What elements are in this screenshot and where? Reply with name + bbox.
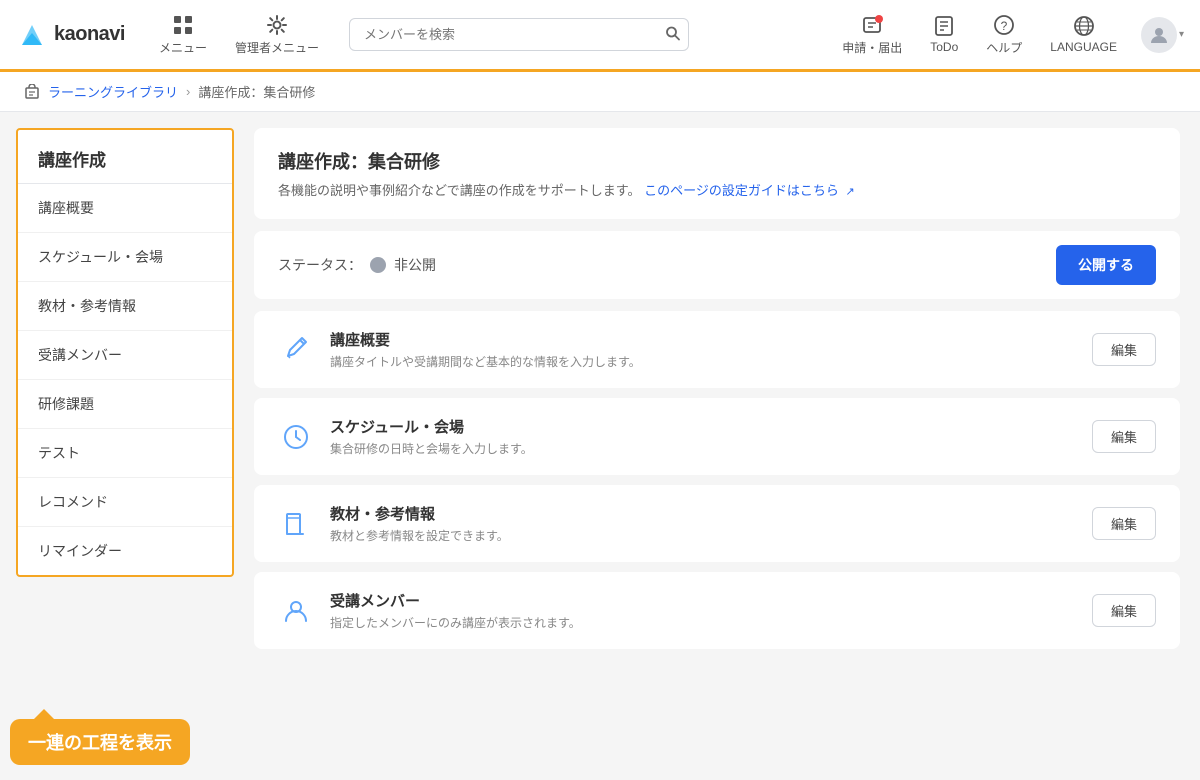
external-link-icon: ↗ <box>845 186 854 198</box>
section-info-members: 受講メンバー 指定したメンバーにのみ講座が表示されます。 <box>330 590 1076 631</box>
search-button[interactable] <box>665 25 681 44</box>
section-card-schedule: スケジュール・会場 集合研修の日時と会場を入力します。 編集 <box>254 398 1180 475</box>
sidebar-title: 講座作成 <box>18 130 232 184</box>
section-info-overview: 講座概要 講座タイトルや受講期間など基本的な情報を入力します。 <box>330 329 1076 370</box>
library-icon <box>24 84 40 100</box>
edit-button-materials[interactable]: 編集 <box>1092 507 1156 540</box>
edit-button-schedule[interactable]: 編集 <box>1092 420 1156 453</box>
help-label: ヘルプ <box>986 39 1022 56</box>
user-avatar[interactable] <box>1141 17 1177 53</box>
status-indicator-icon <box>370 257 386 273</box>
sidebar-item-test[interactable]: テスト <box>18 429 232 478</box>
search-input[interactable] <box>349 18 689 51</box>
section-desc-overview: 講座タイトルや受講期間など基本的な情報を入力します。 <box>330 353 1076 370</box>
logo-text: kaonavi <box>54 23 125 46</box>
user-avatar-container[interactable]: ▾ <box>1133 17 1184 53</box>
section-name-schedule: スケジュール・会場 <box>330 416 1076 437</box>
search-container <box>349 18 689 51</box>
main-layout: 講座作成 講座概要 スケジュール・会場 教材・参考情報 受講メンバー 研修課題 … <box>0 112 1200 779</box>
section-info-schedule: スケジュール・会場 集合研修の日時と会場を入力します。 <box>330 416 1076 457</box>
globe-icon <box>1073 15 1095 37</box>
gear-icon <box>266 14 288 36</box>
app-header: kaonavi メニュー 管理者メニュー <box>0 0 1200 72</box>
pencil-icon <box>278 332 314 368</box>
grid-icon <box>172 14 194 36</box>
breadcrumb: ラーニングライブラリ › 講座作成：集合研修 <box>0 72 1200 112</box>
todo-icon <box>933 15 955 37</box>
book-icon <box>278 506 314 542</box>
clock-icon <box>278 419 314 455</box>
section-desc-schedule: 集合研修の日時と会場を入力します。 <box>330 440 1076 457</box>
kaonavi-logo-icon <box>16 19 48 51</box>
language-label: LANGUAGE <box>1050 40 1117 54</box>
section-desc-members: 指定したメンバーにのみ講座が表示されます。 <box>330 614 1076 631</box>
circle-icon <box>373 260 383 270</box>
admin-menu-label: 管理者メニュー <box>235 39 319 56</box>
avatar-chevron-icon: ▾ <box>1179 29 1184 40</box>
main-content: 講座作成：集合研修 各機能の説明や事例紹介などで講座の作成をサポートします。 こ… <box>234 112 1200 779</box>
status-label: ステータス： 非公開 <box>278 255 436 275</box>
header-right: 申請・届出 ToDo ? ヘルプ <box>830 6 1184 64</box>
breadcrumb-current: 講座作成：集合研修 <box>198 82 315 101</box>
logo[interactable]: kaonavi <box>16 19 125 51</box>
help-button[interactable]: ? ヘルプ <box>974 6 1034 64</box>
search-icon <box>665 25 681 41</box>
section-card-overview: 講座概要 講座タイトルや受講期間など基本的な情報を入力します。 編集 <box>254 311 1180 388</box>
section-card-materials: 教材・参考情報 教材と参考情報を設定できます。 編集 <box>254 485 1180 562</box>
person-icon <box>278 593 314 629</box>
apply-icon <box>860 14 884 36</box>
sidebar-item-recommend[interactable]: レコメンド <box>18 478 232 527</box>
section-info-materials: 教材・参考情報 教材と参考情報を設定できます。 <box>330 503 1076 544</box>
menu-button[interactable]: メニュー <box>145 6 221 64</box>
help-icon: ? <box>993 14 1015 36</box>
sidebar: 講座作成 講座概要 スケジュール・会場 教材・参考情報 受講メンバー 研修課題 … <box>16 128 234 577</box>
todo-button[interactable]: ToDo <box>918 7 970 62</box>
sidebar-item-members[interactable]: 受講メンバー <box>18 331 232 380</box>
publish-button[interactable]: 公開する <box>1056 245 1156 285</box>
section-name-materials: 教材・参考情報 <box>330 503 1076 524</box>
title-card: 講座作成：集合研修 各機能の説明や事例紹介などで講座の作成をサポートします。 こ… <box>254 128 1180 219</box>
sidebar-item-overview[interactable]: 講座概要 <box>18 184 232 233</box>
svg-text:?: ? <box>1001 19 1008 33</box>
sidebar-wrapper: 講座作成 講座概要 スケジュール・会場 教材・参考情報 受講メンバー 研修課題 … <box>0 112 234 719</box>
apply-button[interactable]: 申請・届出 <box>830 6 914 64</box>
guide-link[interactable]: このページの設定ガイドはこちら ↗ <box>644 183 855 198</box>
sidebar-tooltip: 一連の工程を表示 <box>10 719 190 765</box>
todo-label: ToDo <box>930 40 958 54</box>
section-name-members: 受講メンバー <box>330 590 1076 611</box>
menu-label: メニュー <box>159 39 207 56</box>
edit-button-overview[interactable]: 編集 <box>1092 333 1156 366</box>
content-title: 講座作成：集合研修 <box>278 148 1156 174</box>
apply-label: 申請・届出 <box>842 39 902 56</box>
content-subtitle: 各機能の説明や事例紹介などで講座の作成をサポートします。 このページの設定ガイド… <box>278 180 1156 199</box>
sidebar-item-schedule[interactable]: スケジュール・会場 <box>18 233 232 282</box>
sidebar-item-reminder[interactable]: リマインダー <box>18 527 232 575</box>
status-bar: ステータス： 非公開 公開する <box>254 231 1180 299</box>
sidebar-item-tasks[interactable]: 研修課題 <box>18 380 232 429</box>
breadcrumb-library-link[interactable]: ラーニングライブラリ <box>48 82 178 101</box>
admin-menu-button[interactable]: 管理者メニュー <box>221 6 333 64</box>
section-desc-materials: 教材と参考情報を設定できます。 <box>330 527 1076 544</box>
edit-button-members[interactable]: 編集 <box>1092 594 1156 627</box>
language-button[interactable]: LANGUAGE <box>1038 7 1129 62</box>
section-card-members: 受講メンバー 指定したメンバーにのみ講座が表示されます。 編集 <box>254 572 1180 649</box>
sidebar-item-materials[interactable]: 教材・参考情報 <box>18 282 232 331</box>
section-name-overview: 講座概要 <box>330 329 1076 350</box>
breadcrumb-separator: › <box>186 84 190 99</box>
avatar-icon <box>1149 25 1169 45</box>
